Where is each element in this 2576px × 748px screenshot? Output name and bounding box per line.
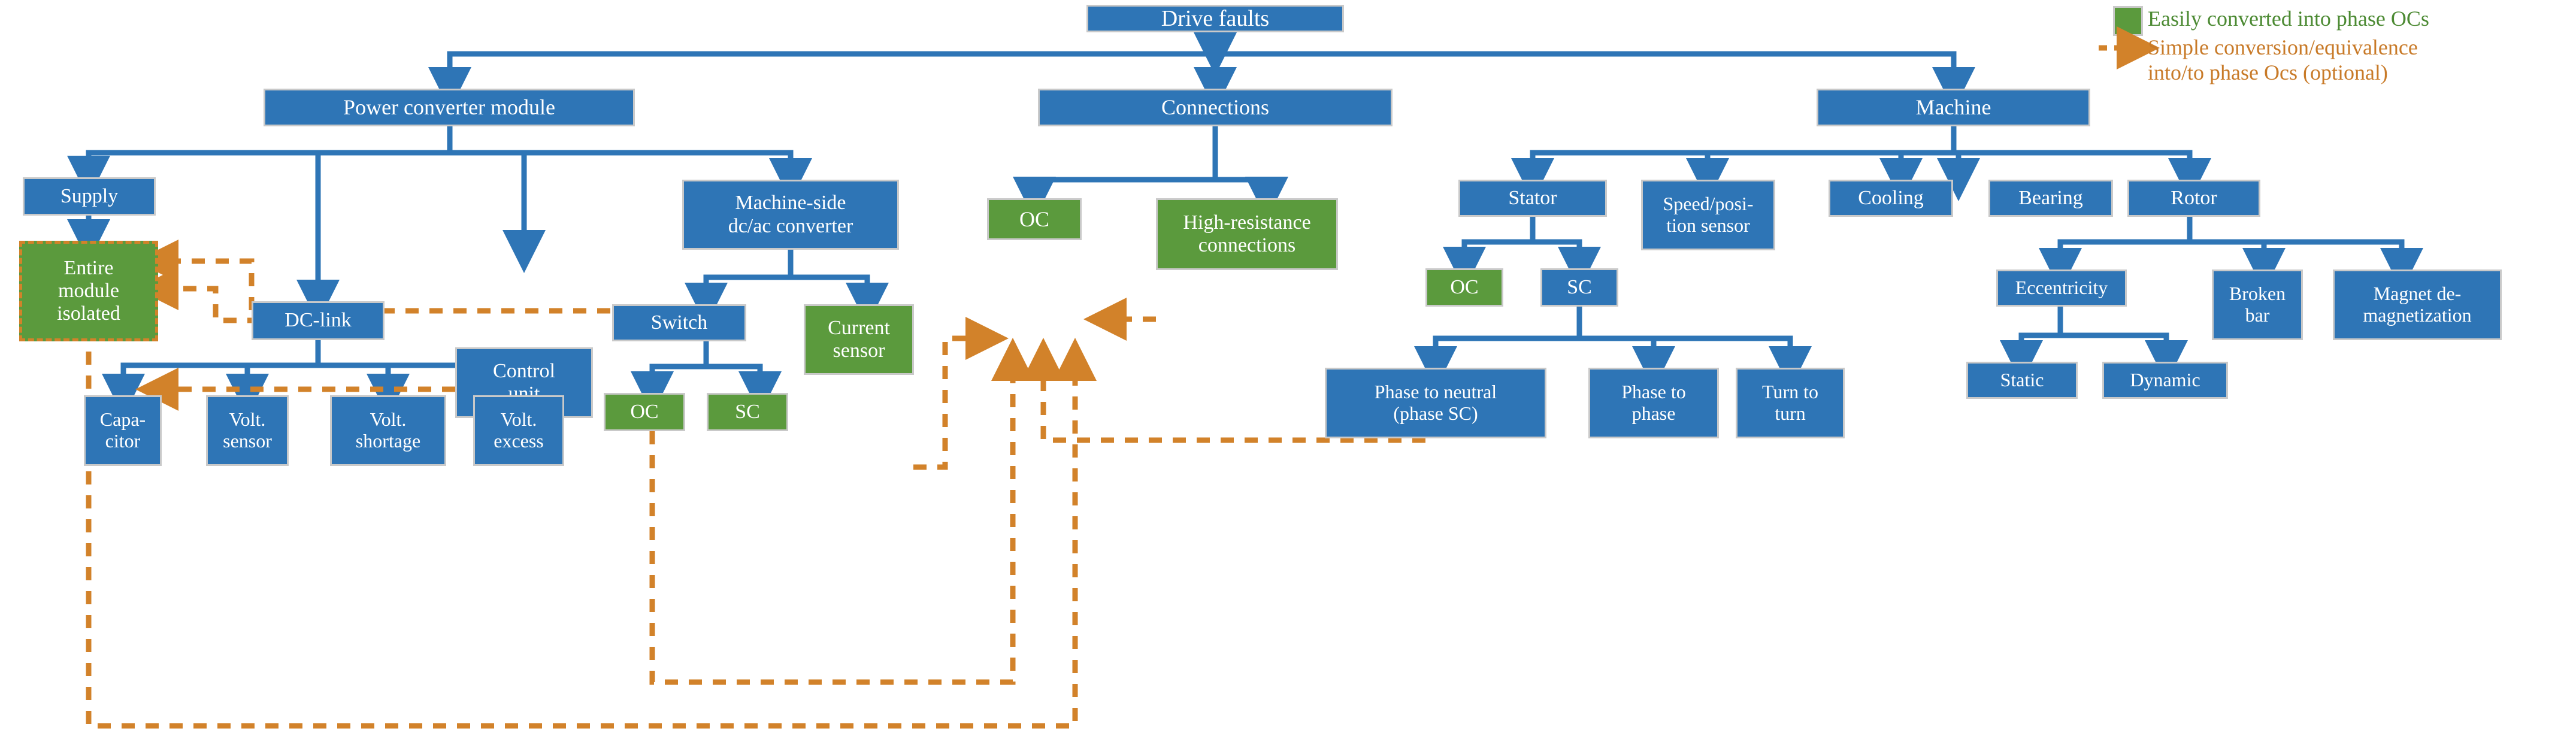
node-static[interactable]: Static	[1966, 362, 2078, 399]
node-capacitor[interactable]: Capa- citor	[84, 395, 162, 466]
node-stator-oc[interactable]: OC	[1425, 268, 1503, 307]
node-label-line2: module	[58, 279, 119, 302]
node-label-line2: connections	[1198, 234, 1296, 256]
node-label: Eccentricity	[2015, 277, 2108, 299]
node-eccentricity[interactable]: Eccentricity	[1996, 269, 2127, 307]
node-label: Power converter module	[343, 95, 555, 120]
node-label-line1: Volt.	[500, 408, 537, 431]
node-label-line1: Machine-side	[735, 192, 846, 214]
node-label: Rotor	[2171, 186, 2217, 209]
node-phase-to-neutral[interactable]: Phase to neutral (phase SC)	[1325, 368, 1546, 438]
node-label-line2: dc/ac converter	[728, 214, 853, 237]
node-label: Switch	[650, 311, 708, 334]
node-turn-to-turn[interactable]: Turn to turn	[1736, 368, 1845, 438]
node-label-line2: phase	[1631, 402, 1676, 424]
node-label-line2: (phase SC)	[1393, 402, 1478, 424]
node-speed-position-sensor[interactable]: Speed/posi- tion sensor	[1641, 180, 1775, 250]
node-label: DC-link	[284, 309, 352, 332]
node-bearing[interactable]: Bearing	[1988, 180, 2113, 217]
node-label: OC	[1019, 207, 1049, 231]
node-volt-excess[interactable]: Volt. excess	[473, 395, 564, 466]
node-label: SC	[1567, 275, 1592, 298]
node-dc-link[interactable]: DC-link	[252, 301, 385, 340]
node-cooling[interactable]: Cooling	[1829, 180, 1953, 217]
node-label-line2: tion sensor	[1666, 214, 1750, 236]
node-drive-faults[interactable]: Drive faults	[1086, 5, 1344, 32]
fault-taxonomy-diagram: Drive faults Power converter module Conn…	[0, 0, 2576, 748]
legend-dashed-label: Simple conversion/equivalence into/to ph…	[2148, 35, 2573, 86]
node-label-line1: Phase to	[1621, 381, 1686, 403]
node-label-line1: Control	[493, 359, 555, 382]
node-label-line1: Speed/posi-	[1663, 193, 1754, 215]
node-label-line1: Broken	[2229, 283, 2286, 305]
node-label: Dynamic	[2130, 369, 2200, 391]
node-label: Cooling	[1858, 186, 1924, 209]
node-switch-sc[interactable]: SC	[707, 393, 788, 431]
node-high-resistance-connections[interactable]: High-resistance connections	[1156, 198, 1338, 270]
node-label-line1: Magnet de-	[2373, 283, 2462, 305]
node-broken-bar[interactable]: Broken bar	[2212, 269, 2303, 340]
node-label-line2: citor	[105, 430, 141, 452]
node-supply[interactable]: Supply	[23, 177, 156, 216]
node-label-line1: High-resistance	[1183, 211, 1311, 234]
node-magnet-demagnetization[interactable]: Magnet de- magnetization	[2333, 269, 2502, 340]
node-label-line2: sensor	[833, 340, 885, 362]
node-label-line1: Phase to neutral	[1374, 381, 1497, 403]
node-entire-module-isolated[interactable]: Entire module isolated	[19, 241, 158, 341]
node-label: Static	[2000, 369, 2044, 391]
node-label-line2: bar	[2245, 304, 2270, 326]
node-label-line2: turn	[1775, 402, 1806, 424]
node-label: OC	[1450, 275, 1479, 298]
node-label: Supply	[60, 184, 119, 207]
node-current-sensor[interactable]: Current sensor	[804, 304, 914, 375]
node-connections[interactable]: Connections	[1038, 89, 1393, 126]
node-machine[interactable]: Machine	[1817, 89, 2090, 126]
legend-green-label: Easily converted into phase OCs	[2148, 7, 2429, 31]
node-label: OC	[630, 400, 659, 423]
node-rotor[interactable]: Rotor	[2127, 180, 2260, 217]
node-label-line2: shortage	[355, 430, 421, 452]
legend-dashed-label-line2: into/to phase Ocs (optional)	[2148, 60, 2388, 85]
node-volt-sensor[interactable]: Volt. sensor	[206, 395, 289, 466]
node-volt-shortage[interactable]: Volt. shortage	[330, 395, 446, 466]
node-switch[interactable]: Switch	[612, 304, 746, 341]
node-power-converter-module[interactable]: Power converter module	[264, 89, 635, 126]
legend-dashed-label-line1: Simple conversion/equivalence	[2148, 35, 2418, 59]
node-label: Stator	[1508, 186, 1557, 209]
node-switch-oc[interactable]: OC	[604, 393, 685, 431]
node-label-line1: Current	[828, 316, 890, 339]
node-label: Bearing	[2018, 186, 2083, 209]
node-label-line1: Entire	[63, 256, 114, 279]
node-stator[interactable]: Stator	[1458, 180, 1607, 217]
node-label-line1: Turn to	[1762, 381, 1818, 403]
node-label-line2: magnetization	[2363, 304, 2472, 326]
node-label-line1: Volt.	[229, 408, 266, 431]
node-label: Machine	[1915, 95, 1991, 120]
node-label: SC	[735, 400, 760, 423]
node-dynamic[interactable]: Dynamic	[2102, 362, 2228, 399]
node-label-line2: excess	[494, 430, 544, 452]
node-label: Connections	[1161, 95, 1269, 120]
node-machine-side-converter[interactable]: Machine-side dc/ac converter	[682, 180, 899, 250]
node-phase-to-phase[interactable]: Phase to phase	[1588, 368, 1719, 438]
node-label-line2: sensor	[223, 430, 272, 452]
node-connections-oc[interactable]: OC	[987, 198, 1082, 240]
node-stator-sc[interactable]: SC	[1540, 268, 1618, 307]
node-label-line3: isolated	[57, 302, 120, 325]
node-label-line1: Capa-	[99, 408, 146, 431]
legend-green-swatch	[2113, 6, 2143, 36]
node-label-line1: Volt.	[370, 408, 407, 431]
node-label: Drive faults	[1161, 5, 1270, 31]
